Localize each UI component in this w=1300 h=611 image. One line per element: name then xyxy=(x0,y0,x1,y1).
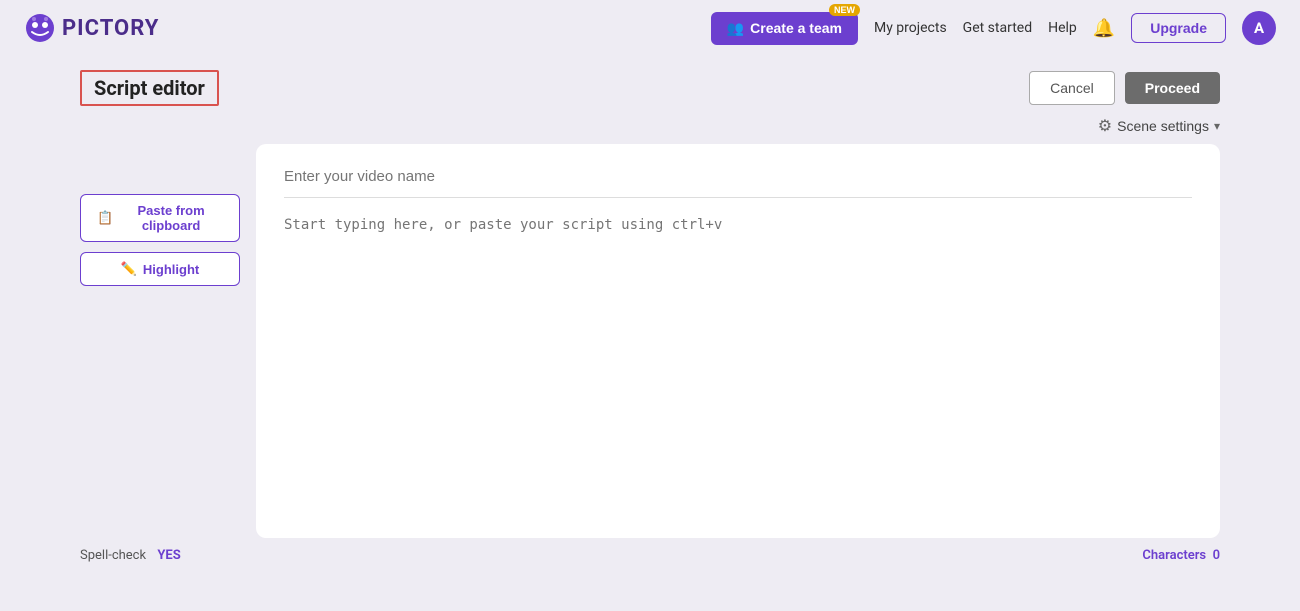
create-team-label: Create a team xyxy=(750,20,842,36)
scene-settings-row: ⚙ Scene settings ▾ xyxy=(80,116,1220,136)
script-textarea[interactable] xyxy=(284,214,1192,514)
upgrade-button[interactable]: Upgrade xyxy=(1131,13,1226,43)
highlight-button[interactable]: ✏️ Highlight xyxy=(80,252,240,286)
get-started-link[interactable]: Get started xyxy=(963,20,1032,36)
video-name-input[interactable] xyxy=(284,168,1192,198)
scene-settings-button[interactable]: ⚙ Scene settings ▾ xyxy=(1098,116,1220,136)
new-badge: NEW xyxy=(829,4,860,16)
highlight-icon: ✏️ xyxy=(121,261,137,277)
proceed-button[interactable]: Proceed xyxy=(1125,72,1220,104)
spell-check: Spell-check YES xyxy=(80,548,181,563)
characters-label: Characters xyxy=(1142,548,1206,563)
logo-text: PICTORY xyxy=(62,16,159,41)
chevron-down-icon: ▾ xyxy=(1214,119,1220,133)
header: PICTORY 👥 Create a team NEW My projects … xyxy=(0,0,1300,56)
paste-from-clipboard-button[interactable]: 📋 Paste from clipboard xyxy=(80,194,240,242)
highlight-label: Highlight xyxy=(143,262,199,277)
page-title: Script editor xyxy=(80,70,219,106)
spell-check-value[interactable]: YES xyxy=(157,548,180,563)
main-content: Script editor Cancel Proceed ⚙ Scene set… xyxy=(0,56,1300,563)
bell-icon[interactable]: 🔔 xyxy=(1093,18,1115,39)
team-icon: 👥 xyxy=(727,20,744,37)
avatar[interactable]: A xyxy=(1242,11,1276,45)
paste-clipboard-label: Paste from clipboard xyxy=(119,203,223,233)
help-link[interactable]: Help xyxy=(1048,20,1077,36)
page-header: Script editor Cancel Proceed xyxy=(80,56,1220,106)
spell-check-label: Spell-check xyxy=(80,548,146,563)
header-actions: Cancel Proceed xyxy=(1029,71,1220,105)
clipboard-icon: 📋 xyxy=(97,210,113,226)
logo-icon xyxy=(24,12,56,44)
my-projects-link[interactable]: My projects xyxy=(874,20,947,36)
left-tools: 📋 Paste from clipboard ✏️ Highlight xyxy=(80,144,240,286)
character-count: Characters 0 xyxy=(1142,548,1220,563)
cancel-button[interactable]: Cancel xyxy=(1029,71,1115,105)
gear-icon: ⚙ xyxy=(1098,116,1112,136)
characters-value: 0 xyxy=(1213,548,1220,563)
content-area: 📋 Paste from clipboard ✏️ Highlight xyxy=(80,144,1220,538)
editor-panel xyxy=(256,144,1220,538)
scene-settings-label: Scene settings xyxy=(1117,118,1209,134)
create-team-button[interactable]: 👥 Create a team NEW xyxy=(711,12,858,45)
header-right: 👥 Create a team NEW My projects Get star… xyxy=(711,11,1276,45)
logo[interactable]: PICTORY xyxy=(24,12,159,44)
editor-footer: Spell-check YES Characters 0 xyxy=(80,538,1220,563)
